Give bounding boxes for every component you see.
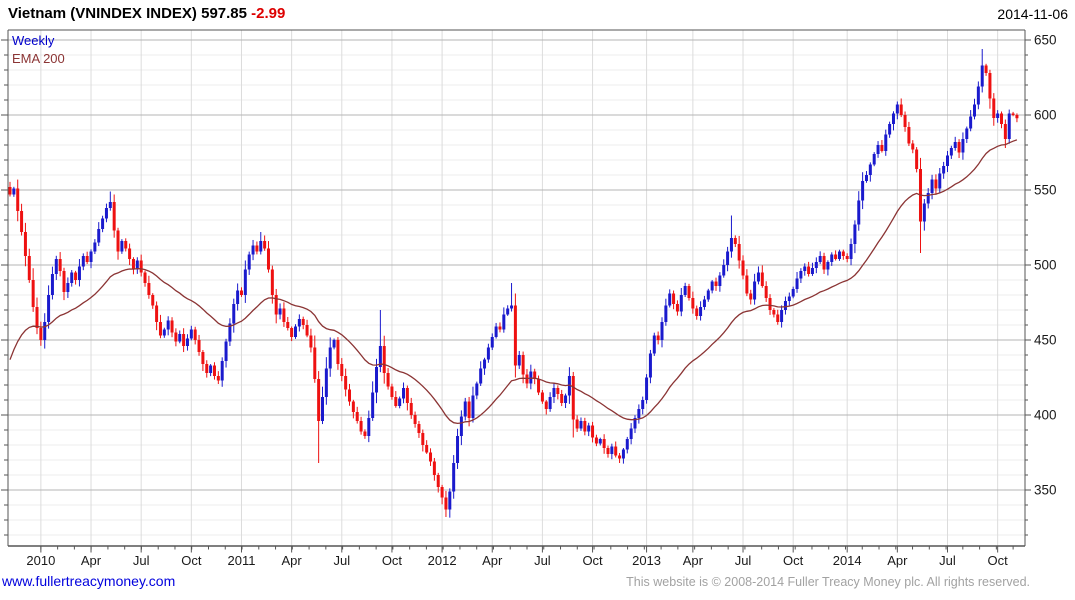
svg-text:Oct: Oct (382, 553, 403, 568)
svg-text:Oct: Oct (181, 553, 202, 568)
ema-legend-label: EMA 200 (12, 51, 65, 66)
svg-text:2011: 2011 (227, 553, 255, 568)
svg-text:Jul: Jul (939, 553, 956, 568)
svg-text:450: 450 (1034, 333, 1057, 348)
candlestick-chart: 650 600 550 500 450 400 350 2010 Apr Jul Oct 2011 Ap… (1, 29, 1057, 568)
svg-text:400: 400 (1034, 408, 1057, 423)
svg-text:Apr: Apr (81, 553, 102, 568)
chart-page: 650 600 550 500 450 400 350 2010 Apr Jul Oct 2011 Ap… (0, 0, 1075, 600)
svg-text:2013: 2013 (632, 553, 661, 568)
svg-text:2014: 2014 (833, 553, 862, 568)
svg-text:2010: 2010 (26, 553, 55, 568)
instrument-title: Vietnam (VNINDEX INDEX) 597.85 (8, 5, 247, 22)
copyright-text: This website is © 2008-2014 Fuller Treac… (626, 575, 1030, 589)
price-change: -2.99 (251, 5, 286, 22)
svg-text:Oct: Oct (988, 553, 1009, 568)
svg-text:Jul: Jul (333, 553, 350, 568)
site-link[interactable]: www.fullertreacymoney.com (2, 573, 175, 589)
svg-text:Oct: Oct (783, 553, 804, 568)
svg-text:Jul: Jul (133, 553, 150, 568)
svg-text:Apr: Apr (683, 553, 704, 568)
svg-text:Jul: Jul (735, 553, 752, 568)
svg-text:650: 650 (1034, 33, 1057, 48)
svg-text:Oct: Oct (582, 553, 603, 568)
svg-text:Apr: Apr (282, 553, 303, 568)
svg-text:Apr: Apr (482, 553, 503, 568)
svg-text:600: 600 (1034, 108, 1057, 123)
svg-text:Jul: Jul (534, 553, 551, 568)
page-title: Vietnam (VNINDEX INDEX) 597.85 -2.99 (8, 5, 285, 22)
svg-text:350: 350 (1034, 483, 1057, 498)
svg-text:Apr: Apr (887, 553, 908, 568)
svg-text:2012: 2012 (428, 553, 457, 568)
svg-text:550: 550 (1034, 183, 1057, 198)
chart-date: 2014-11-06 (997, 6, 1068, 22)
timeframe-label: Weekly (12, 33, 55, 48)
svg-text:500: 500 (1034, 258, 1057, 273)
